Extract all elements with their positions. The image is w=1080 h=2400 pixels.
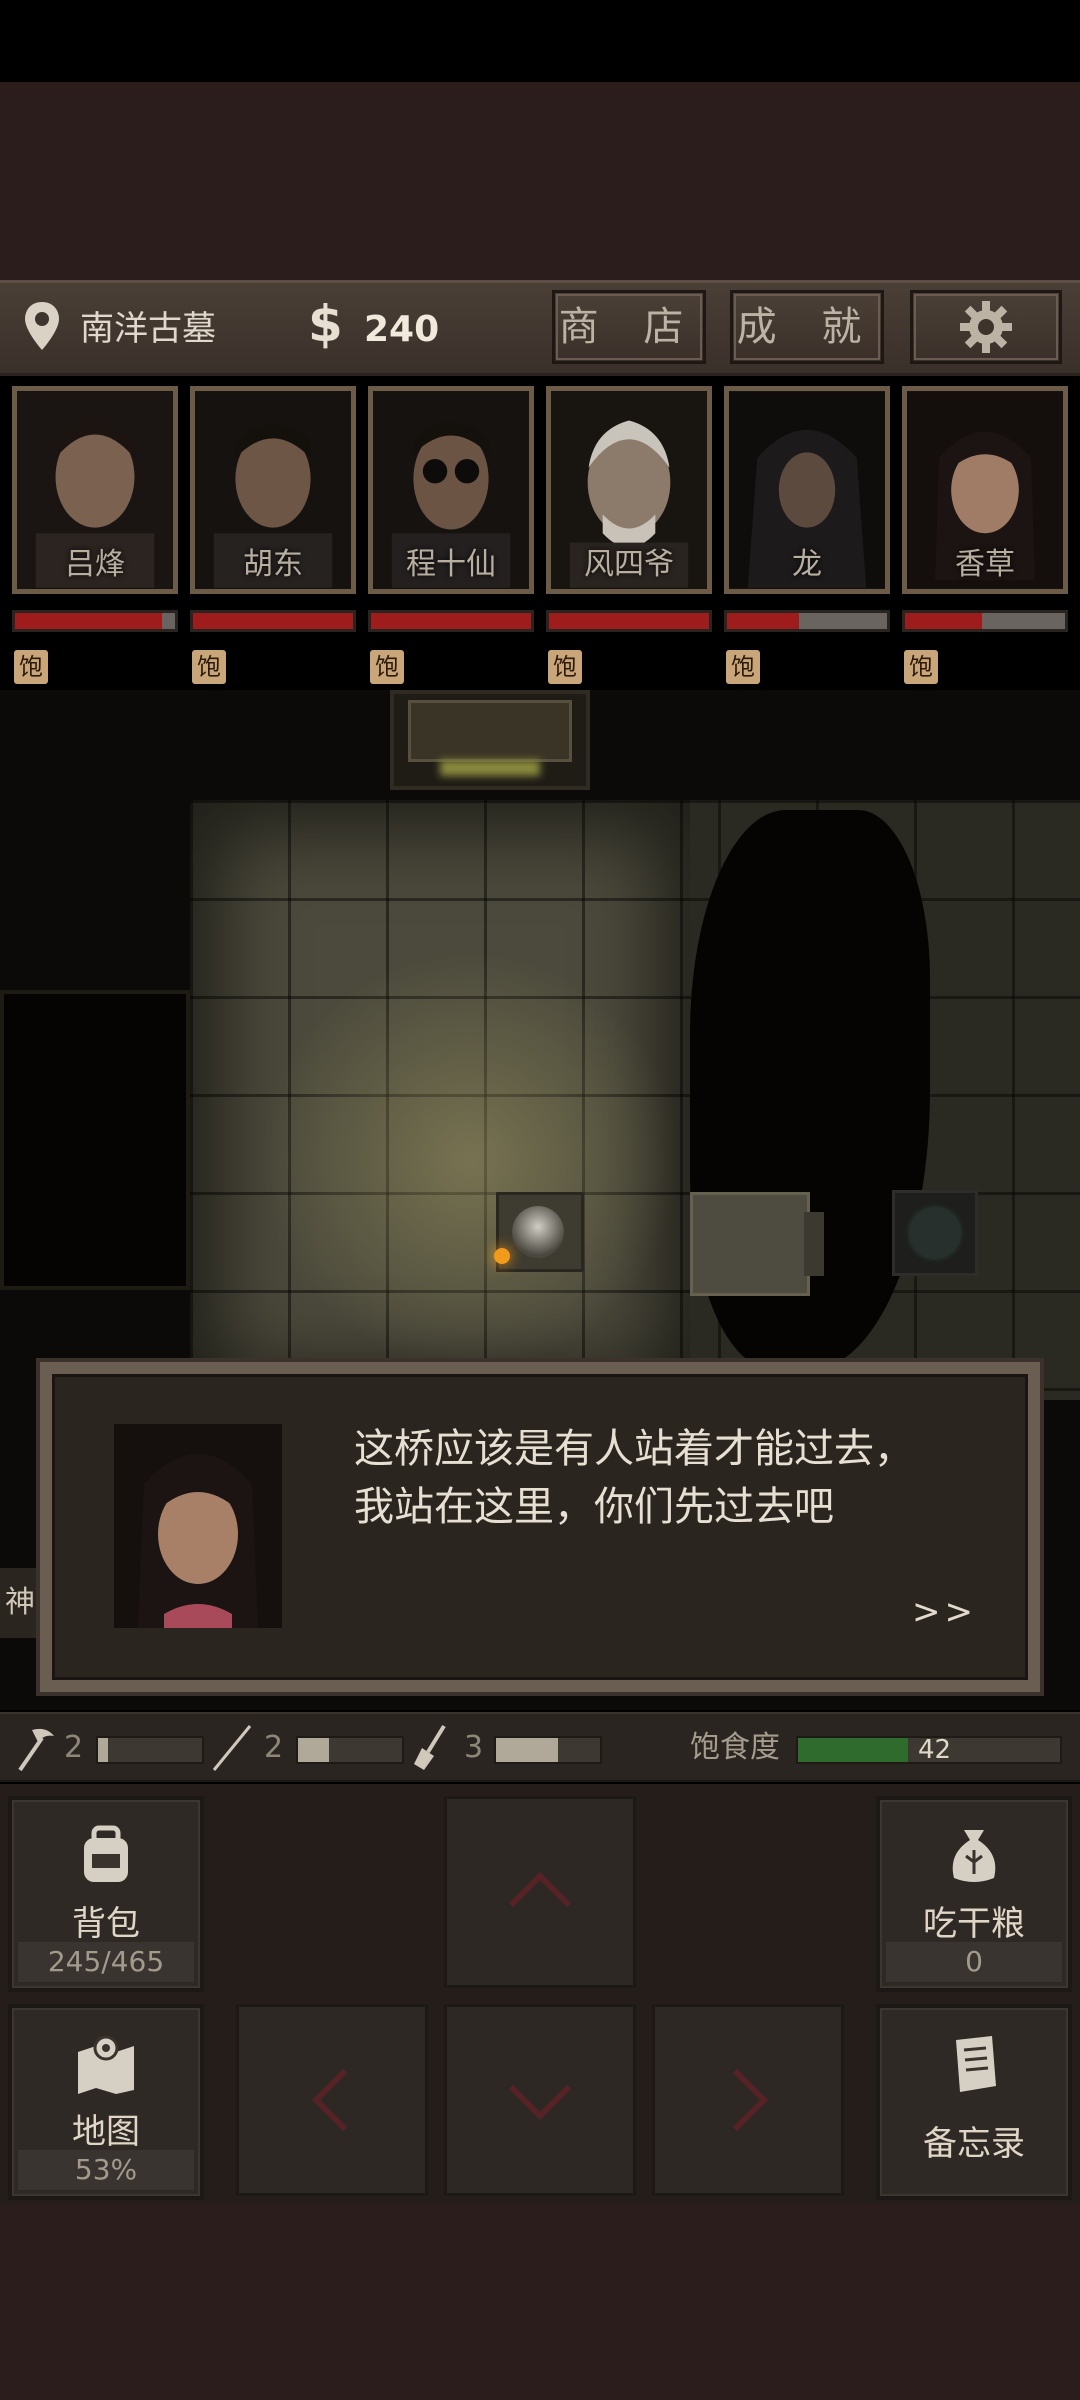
shovel-count: 3 — [464, 1730, 484, 1765]
party-member-card[interactable]: 龙 — [724, 386, 890, 594]
pickaxe-count: 2 — [64, 1730, 84, 1765]
player-icon — [512, 1206, 564, 1258]
health-fill — [15, 613, 163, 629]
shovel-durability-fill — [496, 1738, 559, 1762]
pickaxe-icon — [18, 1728, 54, 1772]
speaker-portrait — [114, 1424, 282, 1628]
status-badge: 饱 — [548, 650, 582, 684]
status-badge: 饱 — [370, 650, 404, 684]
pickaxe-durability-fill — [98, 1738, 109, 1762]
backpack-capacity: 245/465 — [18, 1942, 194, 1982]
bridge-edge — [804, 1212, 824, 1276]
arrow-left-icon — [311, 2068, 375, 2132]
shovel-icon — [414, 1724, 446, 1770]
move-up-button[interactable] — [444, 1796, 636, 1988]
money-amount: 240 — [364, 309, 440, 350]
status-badge: 饱 — [726, 650, 760, 684]
health-fill — [371, 613, 531, 629]
character-name: 香草 — [955, 547, 1015, 582]
shovel-durability-bar — [494, 1736, 602, 1764]
move-left-button[interactable] — [236, 2004, 428, 2196]
bottom-margin — [0, 2204, 1080, 2400]
character-name: 龙 — [792, 547, 822, 582]
hunger-fill — [798, 1738, 909, 1762]
health-bar — [724, 610, 890, 632]
memo-button[interactable]: 备忘录 — [876, 2004, 1072, 2200]
party-member-card[interactable]: 程十仙 — [368, 386, 534, 594]
gate-light — [440, 760, 540, 776]
dialog-text-line1: 这桥应该是有人站着才能过去， — [354, 1426, 914, 1472]
shop-button[interactable]: 商 店 — [552, 290, 706, 364]
health-bar — [12, 610, 178, 632]
grain-sack-icon — [952, 1830, 996, 1882]
status-badge: 饱 — [904, 650, 938, 684]
health-bar — [190, 610, 356, 632]
health-bar — [546, 610, 712, 632]
rod-icon — [212, 1725, 252, 1771]
status-badge: 饱 — [192, 650, 226, 684]
health-fill — [905, 613, 982, 629]
hunger-label: 饱食度 — [690, 1730, 780, 1765]
move-right-button[interactable] — [652, 2004, 844, 2196]
party-member-card[interactable]: 香草 — [902, 386, 1068, 594]
eat-rations-button[interactable]: 吃干粮 0 — [876, 1796, 1072, 1992]
character-name: 胡东 — [243, 547, 303, 582]
memo-label: 备忘录 — [923, 2124, 1025, 2164]
dialog-text-line2: 我站在这里，你们先过去吧 — [354, 1484, 834, 1530]
rod-durability-bar — [296, 1736, 404, 1764]
rations-count: 0 — [886, 1942, 1062, 1982]
wall-left — [0, 990, 190, 1290]
stone-bridge[interactable] — [690, 1192, 810, 1296]
settings-button[interactable] — [910, 290, 1062, 364]
hidden-label: 神 — [0, 1568, 40, 1638]
money-icon: $ — [308, 295, 343, 353]
health-fill — [193, 613, 353, 629]
backpack-label: 背包 — [72, 1904, 140, 1944]
switch-icon — [910, 1208, 960, 1258]
location-name: 南洋古墓 — [80, 309, 216, 349]
health-fill — [727, 613, 799, 629]
character-name: 吕烽 — [65, 547, 125, 582]
pickaxe-durability-bar — [96, 1736, 204, 1764]
map-icon — [78, 2035, 134, 2094]
character-name: 程十仙 — [406, 547, 496, 582]
character-name: 风四爷 — [584, 547, 674, 582]
notebook-icon — [956, 2036, 996, 2092]
achievements-button[interactable]: 成 就 — [730, 290, 884, 364]
arrow-right-icon — [705, 2068, 769, 2132]
eat-rations-label: 吃干粮 — [923, 1904, 1025, 1944]
arrow-down-icon — [508, 2057, 572, 2121]
gear-icon — [960, 301, 1012, 353]
map-label: 地图 — [72, 2112, 140, 2152]
backpack-button[interactable]: 背包 245/465 — [8, 1796, 204, 1992]
status-badge: 饱 — [14, 650, 48, 684]
health-bar — [902, 610, 1068, 632]
backpack-icon — [84, 1825, 128, 1882]
stone-gate — [408, 700, 572, 762]
torch-icon — [494, 1248, 510, 1264]
hunger-value: 42 — [918, 1735, 952, 1765]
party-member-card[interactable]: 吕烽 — [12, 386, 178, 594]
top-margin — [0, 82, 1080, 280]
rod-durability-fill — [298, 1738, 330, 1762]
map-explored-percent: 53% — [18, 2150, 194, 2190]
rod-count: 2 — [264, 1730, 284, 1765]
dialog-next-button[interactable]: >> — [912, 1592, 977, 1632]
move-down-button[interactable] — [444, 2004, 636, 2196]
health-fill — [549, 613, 709, 629]
arrow-up-icon — [508, 1871, 572, 1935]
torch-light — [260, 950, 680, 1370]
health-bar — [368, 610, 534, 632]
status-bar-area — [0, 0, 1080, 82]
map-button[interactable]: 地图 53% — [8, 2004, 204, 2200]
location-pin-icon — [25, 302, 59, 350]
party-member-card[interactable]: 胡东 — [190, 386, 356, 594]
party-member-card[interactable]: 风四爷 — [546, 386, 712, 594]
